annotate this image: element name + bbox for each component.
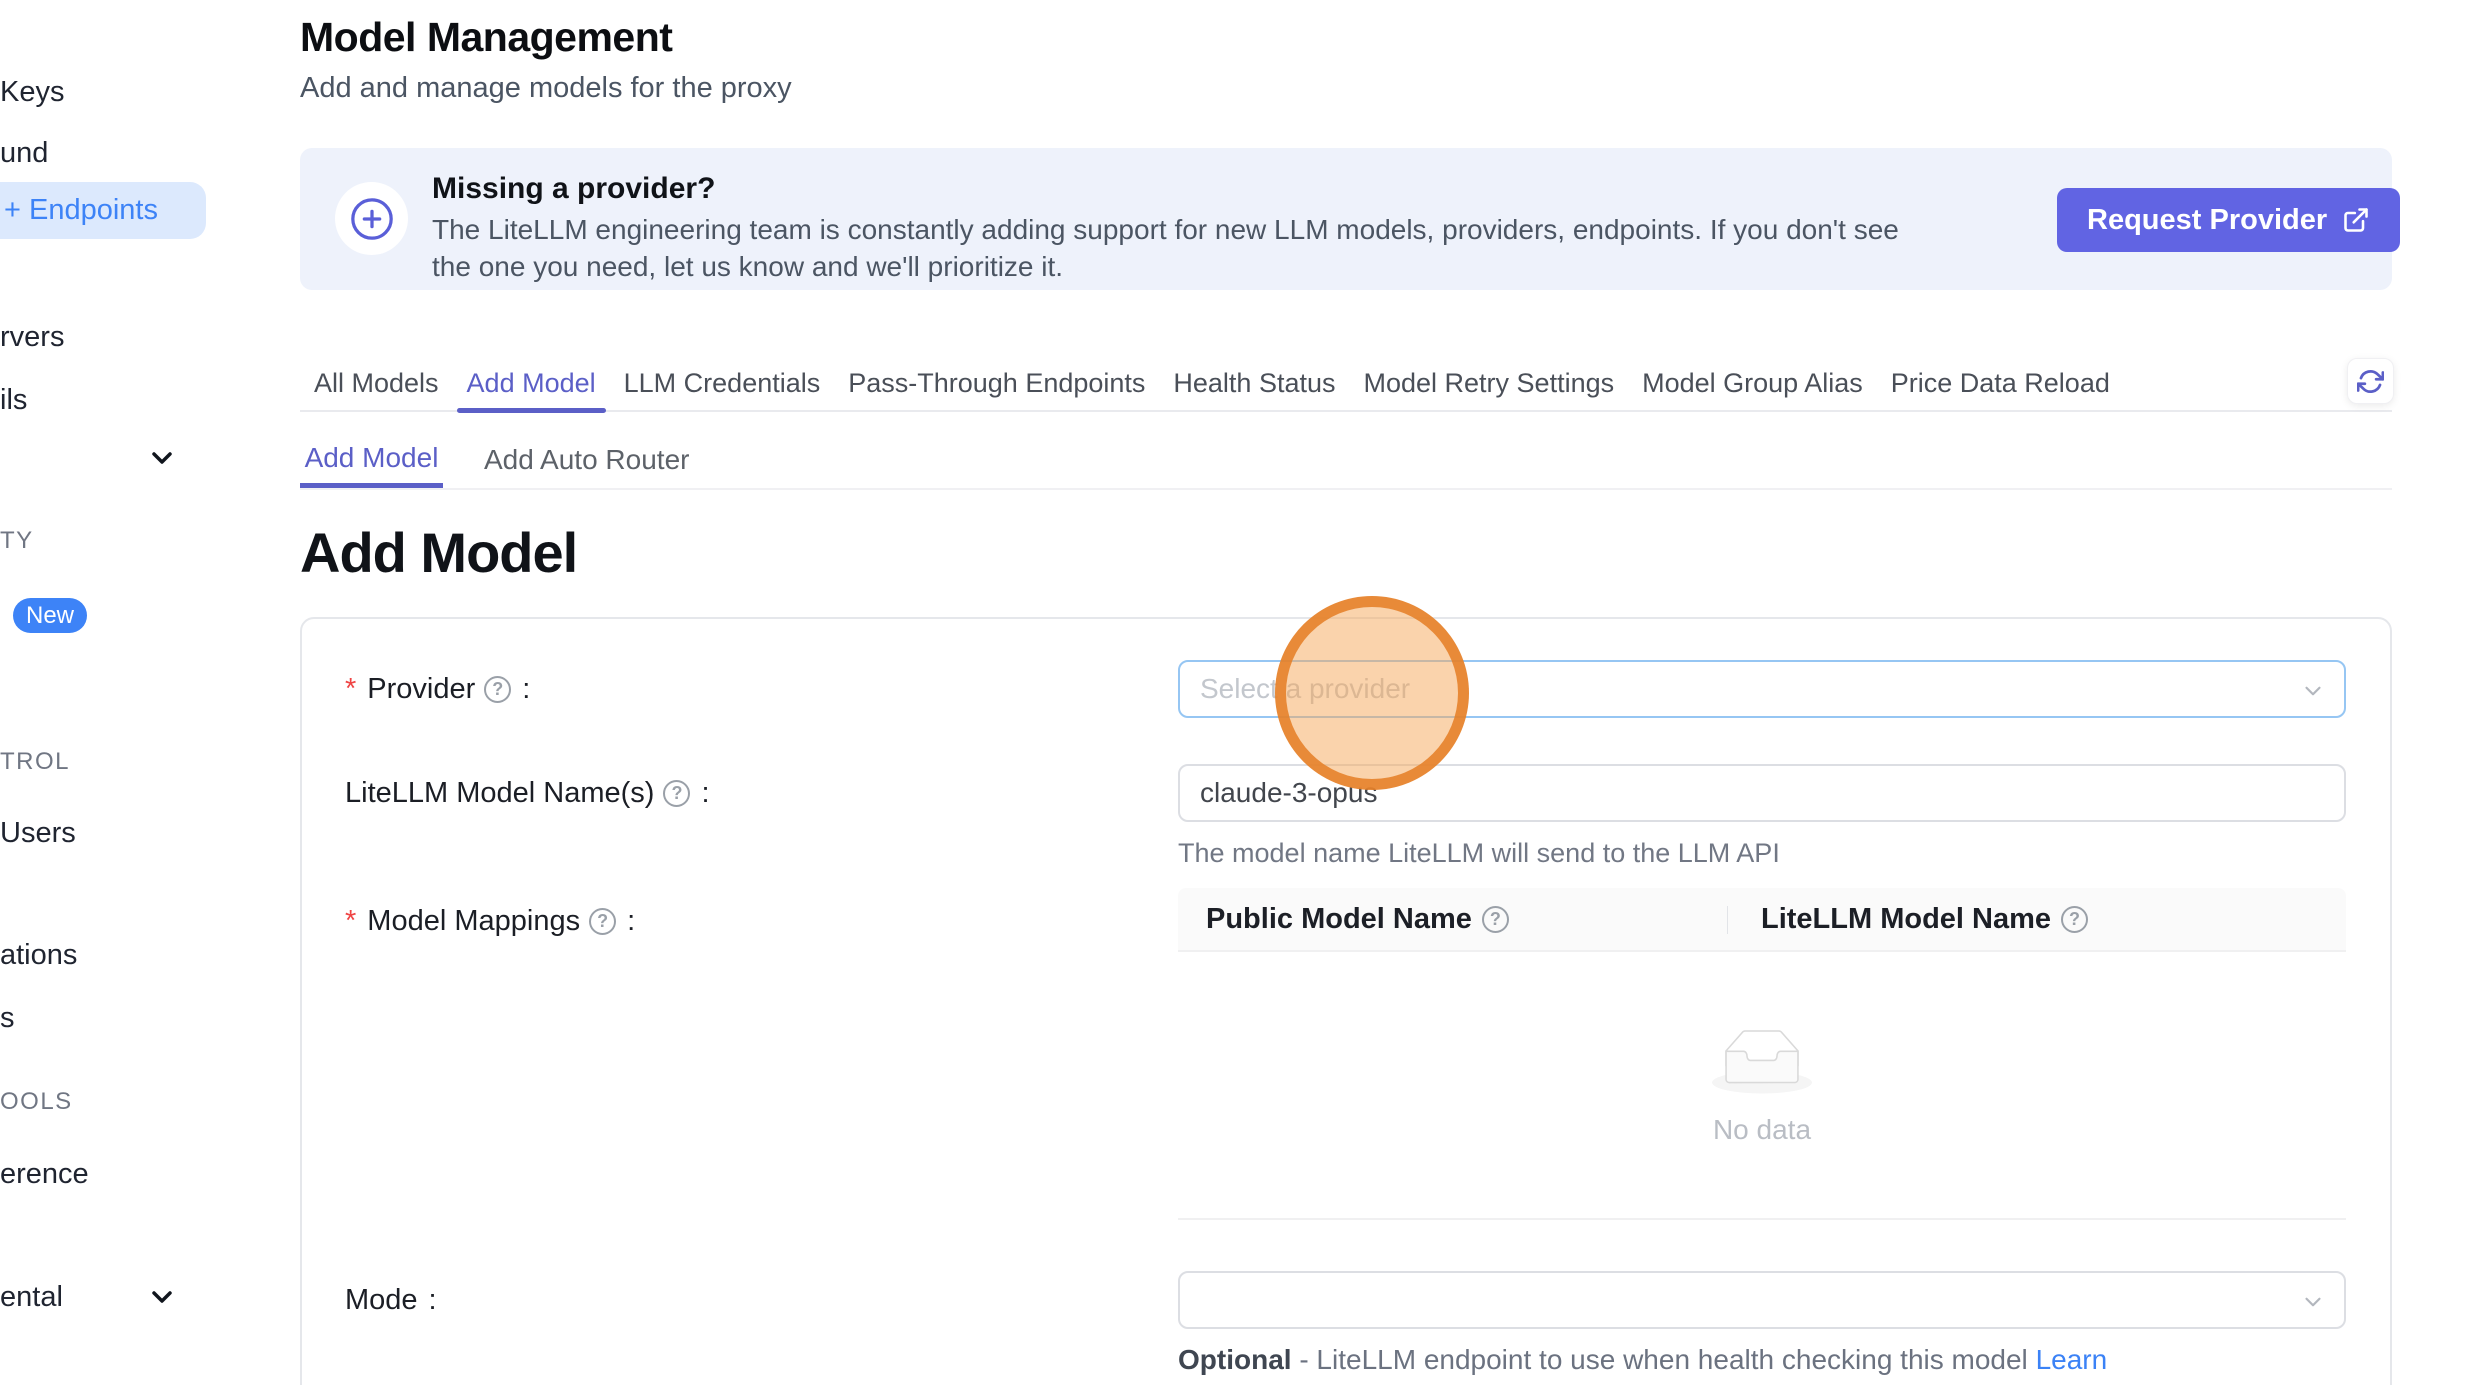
sidebar-section-tools: OOLS <box>0 1088 73 1116</box>
sidebar-item-playground[interactable]: und <box>0 137 48 170</box>
request-provider-button[interactable]: Request Provider <box>2057 188 2400 252</box>
provider-placeholder: Select a provider <box>1200 673 1410 705</box>
column-divider <box>1727 906 1728 934</box>
subtab-add-auto-router[interactable]: Add Auto Router <box>468 432 705 488</box>
chevron-down-icon[interactable] <box>146 442 178 474</box>
help-icon[interactable]: ? <box>2061 906 2088 933</box>
external-link-icon <box>2342 206 2370 234</box>
refresh-button[interactable] <box>2347 358 2394 404</box>
provider-select[interactable]: Select a provider <box>1178 660 2346 718</box>
tab-llm-credentials[interactable]: LLM Credentials <box>610 355 835 411</box>
chevron-down-icon <box>2300 678 2326 704</box>
refresh-icon <box>2357 368 2384 395</box>
help-icon[interactable]: ? <box>589 908 616 935</box>
chevron-down-icon[interactable] <box>146 1281 178 1313</box>
sidebar-item-mcp-servers[interactable]: rvers <box>0 321 64 354</box>
model-name-input[interactable] <box>1178 764 2346 822</box>
add-model-subtabs: Add Model Add Auto Router <box>300 432 2392 490</box>
help-icon[interactable]: ? <box>484 676 511 703</box>
mode-helper: Optional - LiteLLM endpoint to use when … <box>1178 1344 2107 1376</box>
new-badge[interactable]: New <box>13 598 87 633</box>
sidebar-item-virtual-keys[interactable]: Keys <box>0 76 64 109</box>
mappings-table-header: Public Model Name ? LiteLLM Model Name ? <box>1178 888 2346 952</box>
help-icon[interactable]: ? <box>663 780 690 807</box>
sidebar-section-access-control: TROL <box>0 748 70 776</box>
provider-label: * Provider ? : <box>345 660 530 718</box>
help-icon[interactable]: ? <box>1482 906 1509 933</box>
model-management-screen: Keys und + Endpoints rvers ils TY New TR… <box>0 0 2477 1385</box>
model-name-helper: The model name LiteLLM will send to the … <box>1178 838 1780 869</box>
tab-model-group-alias[interactable]: Model Group Alias <box>1628 355 1877 411</box>
model-name-label: LiteLLM Model Name(s) ? : <box>345 764 710 822</box>
empty-box-icon <box>1712 1024 1812 1102</box>
tab-all-models[interactable]: All Models <box>300 355 453 411</box>
sidebar-item-teams[interactable]: s <box>0 1002 15 1035</box>
banner-body: The LiteLLM engineering team is constant… <box>432 211 1932 285</box>
sidebar-item-experimental[interactable]: ental <box>0 1281 63 1314</box>
sidebar-item-guardrails[interactable]: ils <box>0 384 27 417</box>
sidebar-section-observability: TY <box>0 527 34 555</box>
tab-price-data-reload[interactable]: Price Data Reload <box>1877 355 2124 411</box>
model-mappings-label: * Model Mappings ? : <box>345 892 635 950</box>
mappings-empty-state: No data <box>1178 952 2346 1220</box>
mode-label: Mode : <box>345 1271 437 1329</box>
tab-model-retry-settings[interactable]: Model Retry Settings <box>1350 355 1629 411</box>
banner-title: Missing a provider? <box>432 172 715 206</box>
tab-health-status[interactable]: Health Status <box>1159 355 1349 411</box>
tab-add-model[interactable]: Add Model <box>453 355 610 411</box>
learn-link[interactable]: Learn <box>2036 1344 2108 1375</box>
add-model-heading: Add Model <box>300 520 577 585</box>
no-data-text: No data <box>1713 1114 1811 1146</box>
sidebar-item-models-endpoints[interactable]: + Endpoints <box>0 182 206 239</box>
sidebar-item-internal-users[interactable]: Users <box>0 817 76 850</box>
model-tabs: All Models Add Model LLM Credentials Pas… <box>300 356 2392 412</box>
sidebar-item-organizations[interactable]: ations <box>0 939 77 972</box>
chevron-down-icon <box>2300 1289 2326 1315</box>
tab-pass-through-endpoints[interactable]: Pass-Through Endpoints <box>834 355 1159 411</box>
missing-provider-banner: Missing a provider? The LiteLLM engineer… <box>300 148 2392 290</box>
page-title: Model Management <box>300 14 672 61</box>
mode-select[interactable] <box>1178 1271 2346 1329</box>
sidebar-item-api-reference[interactable]: erence <box>0 1158 89 1191</box>
public-model-name-header: Public Model Name ? <box>1178 903 1727 936</box>
model-mappings-table: Public Model Name ? LiteLLM Model Name ? <box>1178 888 2346 1220</box>
sidebar: Keys und + Endpoints rvers ils TY New TR… <box>0 0 206 1385</box>
page-subtitle: Add and manage models for the proxy <box>300 72 792 105</box>
litellm-model-name-header: LiteLLM Model Name ? <box>1727 903 2088 936</box>
required-asterisk: * <box>345 673 356 706</box>
add-model-form-card: * Provider ? : Select a provider LiteLLM… <box>300 617 2392 1385</box>
subtab-divider <box>300 488 2392 490</box>
subtab-add-model[interactable]: Add Model <box>300 432 443 488</box>
required-asterisk: * <box>345 905 356 938</box>
plus-circle-icon <box>335 182 408 255</box>
